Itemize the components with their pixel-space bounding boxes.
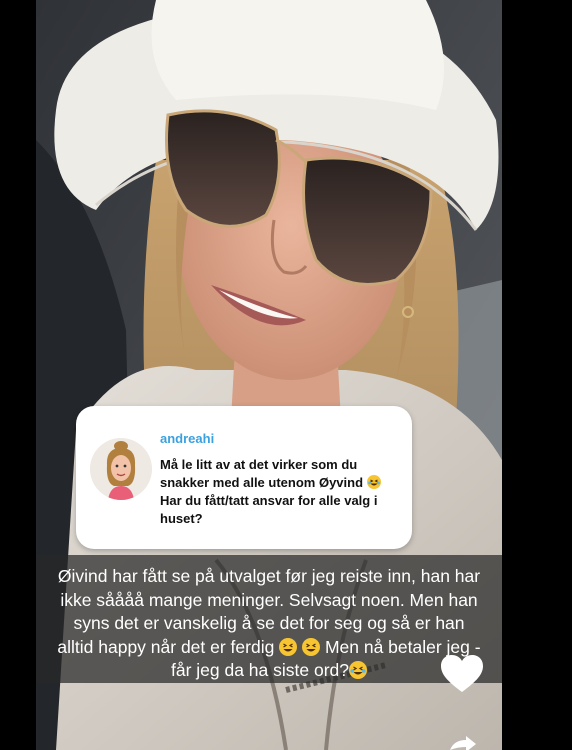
avatar — [90, 438, 152, 500]
laughing-emoji-icon — [349, 661, 368, 679]
share-arrow-icon[interactable] — [448, 736, 476, 750]
grinning-squint-emoji-icon — [302, 637, 321, 656]
laughing-emoji-icon — [366, 475, 381, 489]
question-text: Må le litt av at det virker som du snakk… — [160, 456, 402, 528]
question-text-part1: Må le litt av at det virker som du snakk… — [160, 457, 367, 490]
caption-text: Øivind har fått se på utvalget før jeg r… — [54, 565, 484, 683]
question-text-part2: Har du fått/tatt ansvar for alle valg i … — [160, 493, 378, 526]
question-sticker[interactable]: andreahi Må le litt av at det virker som… — [76, 406, 412, 549]
story-viewer: andreahi Må le litt av at det virker som… — [0, 0, 572, 750]
bitmoji-avatar-icon — [90, 438, 152, 500]
grinning-squint-emoji-icon — [279, 637, 298, 656]
question-username[interactable]: andreahi — [160, 431, 214, 446]
heart-icon[interactable] — [441, 655, 483, 693]
